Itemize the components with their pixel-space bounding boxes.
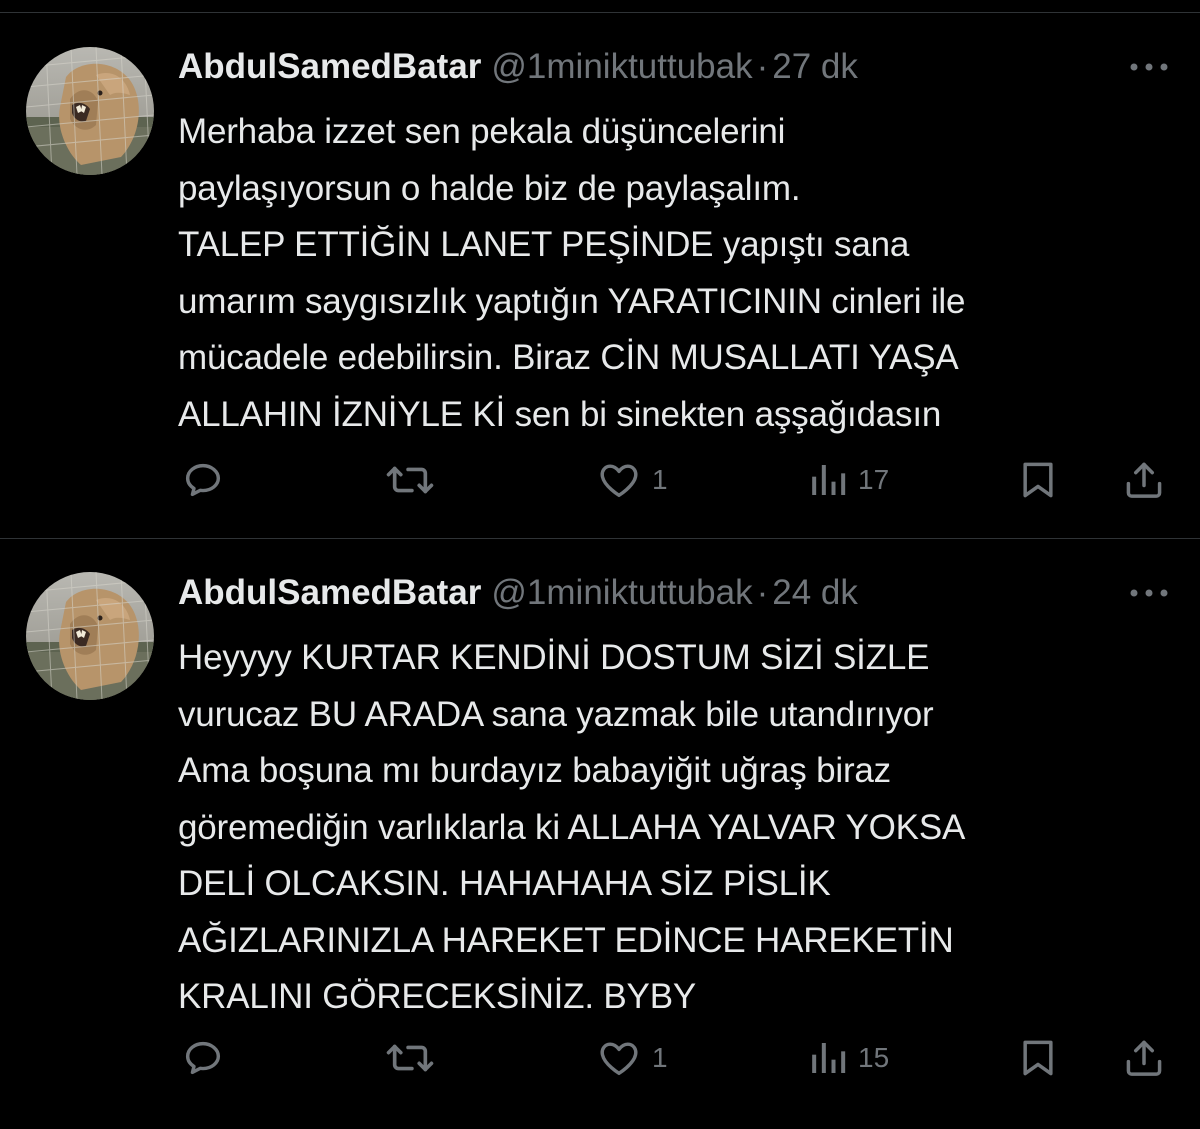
tweet-text: Merhaba izzet sen pekala düşüncelerini p… (178, 104, 1178, 443)
reply-icon (185, 463, 221, 497)
more-dots-icon[interactable] (1128, 585, 1170, 601)
tweet-text-line: umarım saygısızlık yaptığın YARATICININ … (178, 281, 966, 321)
retweet-icon (386, 1044, 434, 1072)
lion-avatar-image (26, 47, 154, 175)
tweet[interactable]: AbdulSamedBatar @1miniktuttubak · 27 dk Mer… (0, 13, 1200, 538)
tweet-header: AbdulSamedBatar @1miniktuttubak · 24 dk (178, 571, 858, 615)
reply-button[interactable] (180, 455, 226, 505)
timestamp[interactable]: 24 dk (772, 573, 858, 612)
lion-avatar-image (26, 572, 154, 700)
bookmark-icon (1023, 462, 1053, 498)
tweet-text-line: KRALINI GÖRECEKSİNİZ. BYBY (178, 977, 696, 1016)
like-button[interactable]: 1 (596, 455, 668, 505)
separator-dot: · (756, 573, 769, 612)
bookmark-button[interactable] (1016, 1033, 1060, 1083)
tweet-text-line: ALLAHIN İZNİYLE Kİ sen bi sinekten aşşağ… (178, 394, 942, 434)
share-button[interactable] (1122, 1033, 1166, 1083)
action-bar: 1 15 (0, 1033, 1200, 1083)
tweet[interactable]: AbdulSamedBatar @1miniktuttubak · 24 dk Hey… (0, 539, 1200, 1129)
retweet-button[interactable] (385, 455, 435, 505)
like-count: 1 (652, 1042, 668, 1073)
share-icon (1126, 1040, 1162, 1076)
retweet-icon (386, 466, 434, 494)
views-chart-icon (812, 465, 846, 495)
views-button[interactable]: 17 (808, 455, 889, 505)
tweet-text-line: mücadele edebilirsin. Biraz CİN MUSALLAT… (178, 338, 959, 377)
more-dots-icon[interactable] (1128, 59, 1170, 75)
tweet-text-line: paylaşıyorsun o halde biz de paylaşalım. (178, 168, 801, 208)
reply-button[interactable] (180, 1033, 226, 1083)
action-bar: 1 17 (0, 455, 1200, 505)
bookmark-icon (1023, 1040, 1053, 1076)
views-chart-icon (812, 1043, 846, 1073)
tweet-text-line: TALEP ETTİĞİN LANET PEŞİNDE yapıştı sana (178, 225, 910, 264)
separator-dot: · (756, 47, 769, 86)
tweet-header: AbdulSamedBatar @1miniktuttubak · 27 dk (178, 45, 858, 89)
reply-icon (185, 1041, 221, 1075)
timestamp[interactable]: 27 dk (772, 47, 858, 86)
tweet-text-line: AĞIZLARINIZLA HAREKET EDİNCE HAREKETİN (178, 920, 954, 960)
display-name[interactable]: AbdulSamedBatar (178, 573, 481, 612)
tweet-text: Heyyyy KURTAR KENDİNİ DOSTUM SİZİ SİZLE … (178, 630, 1178, 1026)
user-handle[interactable]: @1miniktuttubak (491, 47, 752, 86)
tweet-text-line: göremediğin varlıklarla ki ALLAHA YALVAR… (178, 807, 966, 847)
display-name[interactable]: AbdulSamedBatar (178, 47, 481, 86)
view-count: 17 (858, 464, 890, 495)
tweet-text-line: Ama boşuna mı burdayız babayiğit uğraş b… (178, 751, 891, 790)
avatar[interactable] (26, 47, 154, 175)
tweet-text-line: Merhaba izzet sen pekala düşüncelerini (178, 112, 786, 151)
share-icon (1126, 462, 1162, 498)
tweet-text-line: vurucaz BU ARADA sana yazmak bile utandı… (178, 694, 934, 734)
heart-icon (600, 1042, 638, 1076)
user-handle[interactable]: @1miniktuttubak (491, 573, 752, 612)
view-count: 15 (858, 1042, 890, 1073)
tweet-text-line: DELİ OLCAKSIN. HAHAHAHA SİZ PİSLİK (178, 864, 831, 903)
share-button[interactable] (1122, 455, 1166, 505)
avatar[interactable] (26, 572, 154, 700)
retweet-button[interactable] (385, 1033, 435, 1083)
tweet-text-line: Heyyyy KURTAR KENDİNİ DOSTUM SİZİ SİZLE (178, 638, 930, 677)
like-count: 1 (652, 464, 668, 495)
like-button[interactable]: 1 (596, 1033, 668, 1083)
bookmark-button[interactable] (1016, 455, 1060, 505)
heart-icon (600, 464, 638, 498)
views-button[interactable]: 15 (808, 1033, 889, 1083)
